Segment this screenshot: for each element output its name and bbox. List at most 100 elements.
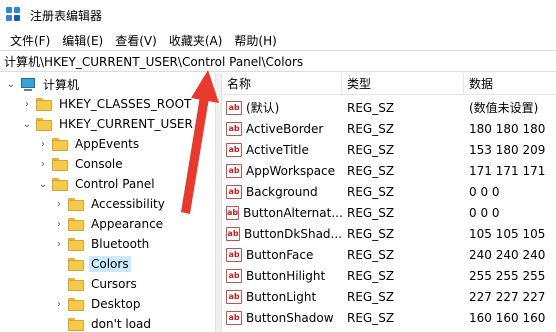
menu-favorites[interactable]: 收藏夹(A) (163, 32, 229, 49)
column-header-name[interactable]: 名称 (222, 73, 342, 95)
folder-icon (52, 177, 68, 191)
value-type: REG_SZ (347, 268, 395, 283)
value-row[interactable]: ab ButtonHilight REG_SZ 255 255 255 (222, 265, 556, 286)
tree-item-bluetooth[interactable]: › Bluetooth (0, 234, 215, 254)
value-row[interactable]: ab ActiveTitle REG_SZ 153 180 209 (222, 139, 556, 160)
value-type: REG_SZ (347, 289, 395, 304)
tree-item-label: Colors (89, 256, 131, 272)
value-name-cell: ab ButtonAlternat... (226, 202, 342, 223)
chevron-right-icon[interactable]: › (38, 159, 48, 170)
value-type: REG_SZ (347, 121, 395, 136)
tree-item-label: Accessibility (91, 197, 165, 211)
tree-item-console[interactable]: › Console (0, 154, 215, 174)
tree-item-label: Control Panel (75, 177, 155, 191)
value-type: REG_SZ (347, 247, 395, 262)
tree-item-hkey-classes-root[interactable]: › HKEY_CLASSES_ROOT (0, 94, 215, 114)
values-list[interactable]: 名称 类型 数据 ab (默认) REG_SZ (数值未设置) ab ActiveBord… (222, 73, 556, 332)
chevron-right-icon[interactable]: › (54, 219, 64, 230)
ab-string-icon: ab (226, 268, 242, 283)
tree-item-hkey-current-user[interactable]: ⌄ HKEY_CURRENT_USER (0, 114, 215, 134)
column-header-data-label: 数据 (469, 77, 494, 91)
ab-string-icon: ab (226, 184, 242, 199)
tree-item-label: Desktop (91, 297, 141, 311)
menu-edit[interactable]: 编辑(E) (56, 32, 109, 49)
value-name-cell: ab AppWorkspace (226, 160, 342, 181)
tree-item-label: Bluetooth (91, 237, 150, 251)
value-data: 171 171 171 (469, 163, 546, 178)
column-header-type-label: 类型 (347, 77, 372, 91)
chevron-right-icon[interactable]: › (54, 299, 64, 310)
value-data: 240 240 240 (469, 247, 546, 262)
menu-file[interactable]: 文件(F) (4, 32, 56, 49)
value-data: 153 180 209 (469, 142, 546, 157)
regedit-icon (6, 7, 22, 23)
value-name-cell: ab ButtonHilight (226, 265, 342, 286)
chevron-down-icon[interactable]: ⌄ (38, 179, 48, 190)
value-type: REG_SZ (347, 142, 395, 157)
chevron-right-icon[interactable]: › (54, 239, 64, 250)
computer-icon (20, 77, 36, 91)
value-name: ButtonDkShad... (243, 226, 342, 241)
value-row[interactable]: ab ButtonShadow REG_SZ 160 160 160 (222, 307, 556, 328)
tree-item-computer[interactable]: ⌄ 计算机 (0, 74, 215, 94)
value-data: 0 0 0 (469, 205, 500, 220)
ab-string-icon: ab (226, 163, 242, 178)
chevron-down-icon[interactable]: ⌄ (6, 79, 16, 90)
menu-view[interactable]: 查看(V) (109, 32, 163, 49)
value-type: REG_SZ (347, 163, 395, 178)
value-name: ActiveTitle (246, 142, 309, 157)
tree-item-dont-load[interactable]: don't load (0, 314, 215, 332)
folder-icon (68, 277, 84, 291)
value-name-cell: ab ButtonLight (226, 286, 342, 307)
tree-item-label: don't load (91, 317, 152, 331)
value-name-cell: ab Background (226, 181, 342, 202)
address-bar[interactable]: 计算机\HKEY_CURRENT_USER\Control Panel\Colo… (0, 50, 556, 72)
column-header-data[interactable]: 数据 (464, 73, 556, 95)
tree-item-desktop[interactable]: › Desktop (0, 294, 215, 314)
value-name: ActiveBorder (246, 121, 324, 136)
tree-item-appearance[interactable]: › Appearance (0, 214, 215, 234)
value-data: 160 160 160 (469, 310, 546, 325)
tree-item-colors[interactable]: Colors (0, 254, 215, 274)
value-name: ButtonFace (246, 247, 314, 262)
chevron-right-icon[interactable]: › (54, 199, 64, 210)
menu-help[interactable]: 帮助(H) (228, 32, 282, 49)
folder-icon (68, 237, 84, 251)
value-row[interactable]: ab ButtonLight REG_SZ 227 227 227 (222, 286, 556, 307)
value-name: AppWorkspace (246, 163, 336, 178)
value-name: ButtonLight (246, 289, 317, 304)
ab-string-icon: ab (226, 100, 242, 115)
tree-item-cursors[interactable]: Cursors (0, 274, 215, 294)
tree-item-label: Cursors (91, 277, 137, 291)
value-name-cell: ab ButtonShadow (226, 307, 342, 328)
value-row[interactable]: ab AppWorkspace REG_SZ 171 171 171 (222, 160, 556, 181)
tree-item-label: 计算机 (43, 77, 80, 92)
column-header-type[interactable]: 类型 (342, 73, 464, 95)
value-row[interactable]: ab Background REG_SZ 0 0 0 (222, 181, 556, 202)
value-type: REG_SZ (347, 205, 395, 220)
value-name: Background (246, 184, 318, 199)
tree-item-control-panel[interactable]: ⌄ Control Panel (0, 174, 215, 194)
chevron-down-icon[interactable]: ⌄ (22, 119, 32, 130)
value-row[interactable]: ab ButtonAlternat... REG_SZ 0 0 0 (222, 202, 556, 223)
chevron-right-icon[interactable]: › (38, 139, 48, 150)
value-name-cell: ab ButtonFace (226, 244, 342, 265)
value-row[interactable]: ab ButtonDkShad... REG_SZ 105 105 105 (222, 223, 556, 244)
folder-icon (36, 117, 52, 131)
value-data: 180 180 180 (469, 121, 546, 136)
tree-item-appevents[interactable]: › AppEvents (0, 134, 215, 154)
value-row[interactable]: ab ActiveBorder REG_SZ 180 180 180 (222, 118, 556, 139)
value-data: (数值未设置) (469, 101, 539, 115)
value-row[interactable]: ab (默认) REG_SZ (数值未设置) (222, 97, 556, 118)
value-type: REG_SZ (347, 100, 395, 115)
tree-item-label: Appearance (91, 217, 164, 231)
value-row[interactable]: ab ButtonFace REG_SZ 240 240 240 (222, 244, 556, 265)
folder-icon (52, 157, 68, 171)
key-tree[interactable]: ⌄ 计算机 › HKEY_CLASSES_ROOT ⌄ HKEY_CURRENT… (0, 73, 215, 332)
address-path[interactable]: 计算机\HKEY_CURRENT_USER\Control Panel\Colo… (4, 53, 303, 70)
pane-splitter[interactable] (215, 73, 222, 332)
ab-string-icon: ab (226, 289, 242, 304)
value-data: 105 105 105 (469, 226, 546, 241)
chevron-right-icon[interactable]: › (22, 99, 32, 110)
tree-item-accessibility[interactable]: › Accessibility (0, 194, 215, 214)
